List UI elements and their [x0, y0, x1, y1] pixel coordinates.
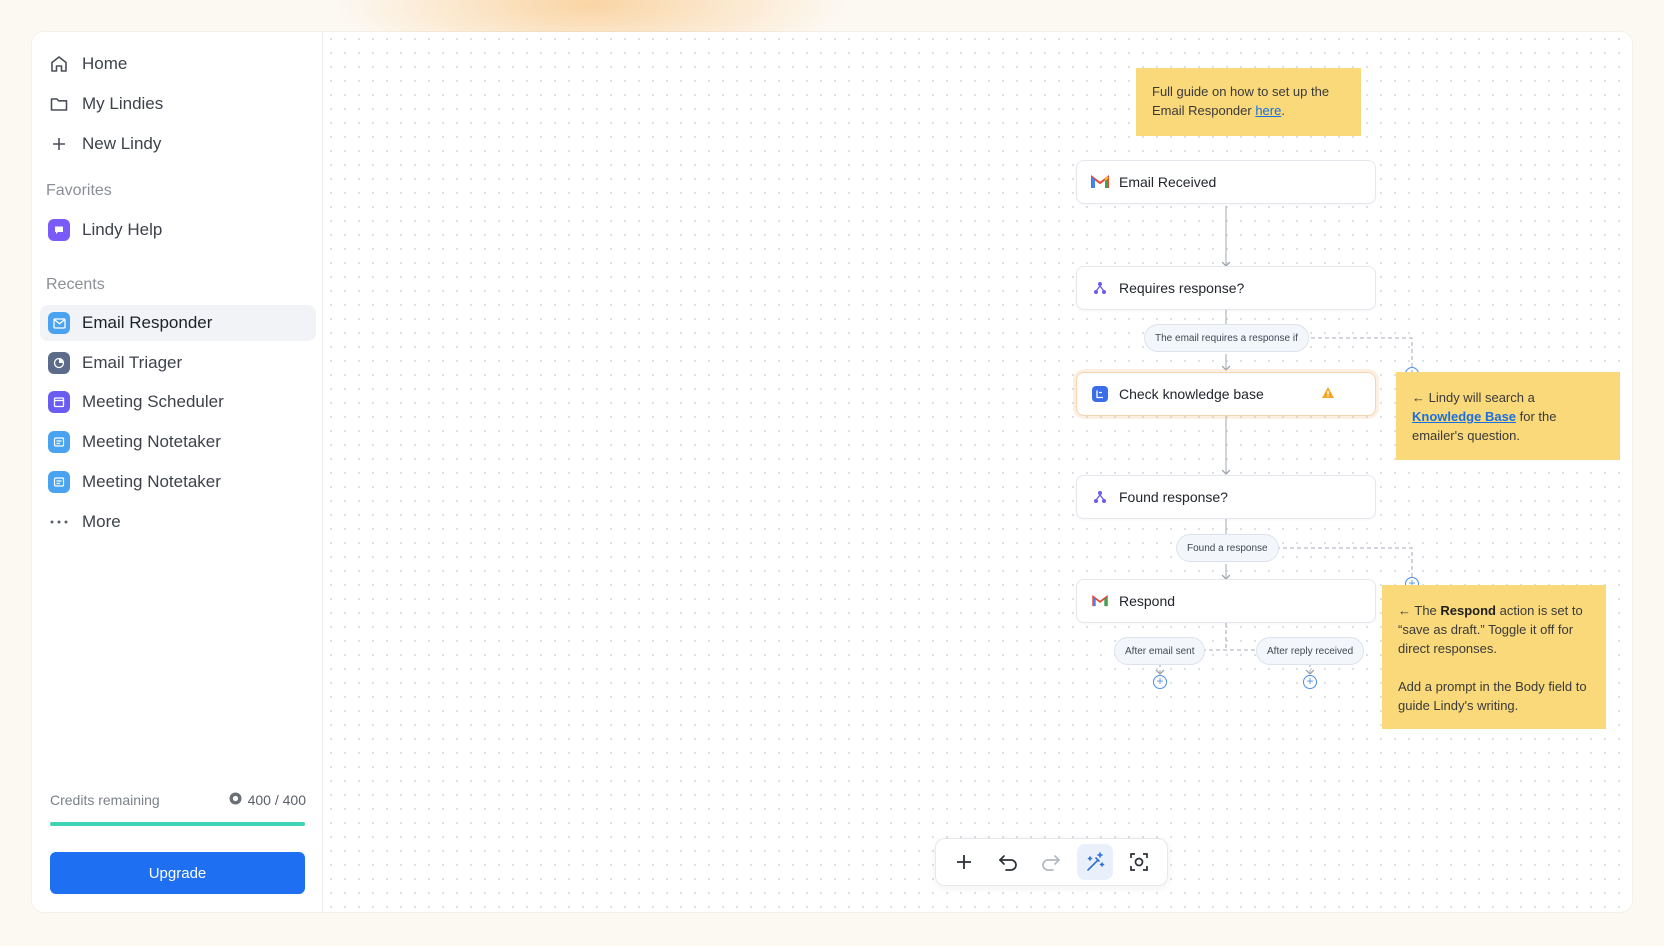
gmail-icon — [1091, 173, 1109, 191]
node-title: Email Received — [1119, 174, 1217, 190]
node-title: Found response? — [1119, 489, 1228, 505]
node-respond[interactable]: Respond — [1076, 579, 1376, 623]
more-button[interactable]: More — [40, 504, 316, 540]
add-icon[interactable] — [946, 844, 982, 880]
sidebar: Home My Lindies New Lindy Favorites Lind… — [32, 32, 323, 912]
recent-meeting-scheduler[interactable]: Meeting Scheduler — [40, 384, 316, 420]
node-title: Respond — [1119, 593, 1176, 609]
mail-icon — [48, 312, 70, 334]
arrow-left-icon: ← — [1398, 603, 1411, 618]
notes-icon — [48, 471, 70, 493]
kb-note-text: Lindy will search a — [1425, 390, 1535, 405]
recent-email-triager[interactable]: Email Triager — [40, 345, 316, 381]
knowledge-base-sticky-note: ← Lindy will search a Knowledge Base for… — [1396, 372, 1620, 460]
recent-email-responder[interactable]: Email Responder — [40, 305, 316, 341]
node-check-knowledge-base[interactable]: Check knowledge base — [1076, 372, 1376, 416]
nav-new-lindy[interactable]: New Lindy — [40, 126, 316, 162]
nav-home[interactable]: Home — [40, 46, 316, 82]
guide-link[interactable]: here — [1255, 103, 1281, 118]
workflow-connectors — [1155, 206, 1413, 675]
nav-home-label: Home — [82, 54, 128, 73]
more-label: More — [82, 512, 121, 531]
redo-icon[interactable] — [1033, 844, 1069, 880]
credits-progress-fill — [50, 822, 305, 826]
recents-heading: Recents — [46, 276, 105, 293]
workflow-canvas[interactable]: Full guide on how to set up the Email Re… — [324, 32, 1632, 912]
credits-label: Credits remaining — [50, 792, 160, 808]
recent-meeting-notetaker-2[interactable]: Meeting Notetaker — [40, 464, 316, 500]
pie-chart-icon — [48, 352, 70, 374]
home-icon — [48, 53, 70, 75]
credits-amount: 400 / 400 — [247, 792, 306, 808]
branch-icon — [1091, 488, 1109, 506]
favorite-label: Lindy Help — [82, 220, 163, 239]
branch-icon — [1091, 279, 1109, 297]
magic-wand-icon[interactable] — [1077, 844, 1114, 880]
node-found-response[interactable]: Found response? — [1076, 475, 1376, 519]
guide-note-text: Full guide on how to set up the Email Re… — [1152, 84, 1330, 118]
chat-bubble-icon — [48, 219, 70, 241]
credits-value: 400 / 400 — [229, 792, 306, 808]
node-requires-response[interactable]: Requires response? — [1076, 266, 1376, 310]
notes-icon — [48, 431, 70, 453]
favorites-heading: Favorites — [46, 182, 112, 199]
ellipsis-icon — [48, 511, 70, 533]
respond-sticky-note: ← The Respond action is set to “save as … — [1382, 585, 1606, 729]
knowledge-base-icon — [1091, 385, 1109, 403]
undo-icon[interactable] — [990, 844, 1026, 880]
recent-label: Email Responder — [82, 313, 213, 332]
branch-after-reply-received[interactable]: After reply received — [1256, 637, 1365, 665]
recent-label: Meeting Scheduler — [82, 392, 224, 411]
guide-sticky-note: Full guide on how to set up the Email Re… — [1136, 68, 1361, 136]
gmail-icon — [1091, 592, 1109, 610]
respond-note-bold: Respond — [1440, 603, 1497, 618]
respond-note-text: The — [1411, 603, 1441, 618]
branch-condition-requires-response[interactable]: The email requires a response if — [1144, 324, 1309, 352]
recent-meeting-notetaker[interactable]: Meeting Notetaker — [40, 424, 316, 460]
add-step-button[interactable]: + — [1153, 675, 1167, 689]
warning-icon — [1321, 386, 1335, 402]
plus-icon — [48, 133, 70, 155]
app-window: Home My Lindies New Lindy Favorites Lind… — [32, 32, 1632, 912]
folder-icon — [48, 93, 70, 115]
guide-note-end: . — [1281, 103, 1285, 118]
respond-note-second: Add a prompt in the Body field to guide … — [1398, 679, 1587, 713]
calendar-icon — [48, 391, 70, 413]
node-email-received[interactable]: Email Received — [1076, 160, 1376, 204]
canvas-toolbar — [935, 838, 1168, 886]
branch-after-email-sent[interactable]: After email sent — [1114, 637, 1206, 665]
arrow-left-icon: ← — [1412, 390, 1425, 405]
branch-condition-found-response[interactable]: Found a response — [1176, 534, 1279, 562]
credits-progress-bar — [50, 822, 305, 826]
recent-label: Meeting Notetaker — [82, 472, 221, 491]
screenshot-icon[interactable] — [1121, 844, 1157, 880]
knowledge-base-link[interactable]: Knowledge Base — [1412, 409, 1516, 424]
add-step-button[interactable]: + — [1303, 675, 1317, 689]
nav-new-lindy-label: New Lindy — [82, 134, 162, 153]
node-title: Requires response? — [1119, 280, 1245, 296]
nav-my-lindies-label: My Lindies — [82, 94, 164, 113]
coin-icon — [229, 792, 242, 808]
node-title: Check knowledge base — [1119, 386, 1264, 402]
recent-label: Meeting Notetaker — [82, 432, 221, 451]
upgrade-button[interactable]: Upgrade — [50, 852, 305, 894]
favorite-lindy-help[interactable]: Lindy Help — [40, 212, 316, 248]
nav-my-lindies[interactable]: My Lindies — [40, 86, 316, 122]
recent-label: Email Triager — [82, 353, 183, 372]
